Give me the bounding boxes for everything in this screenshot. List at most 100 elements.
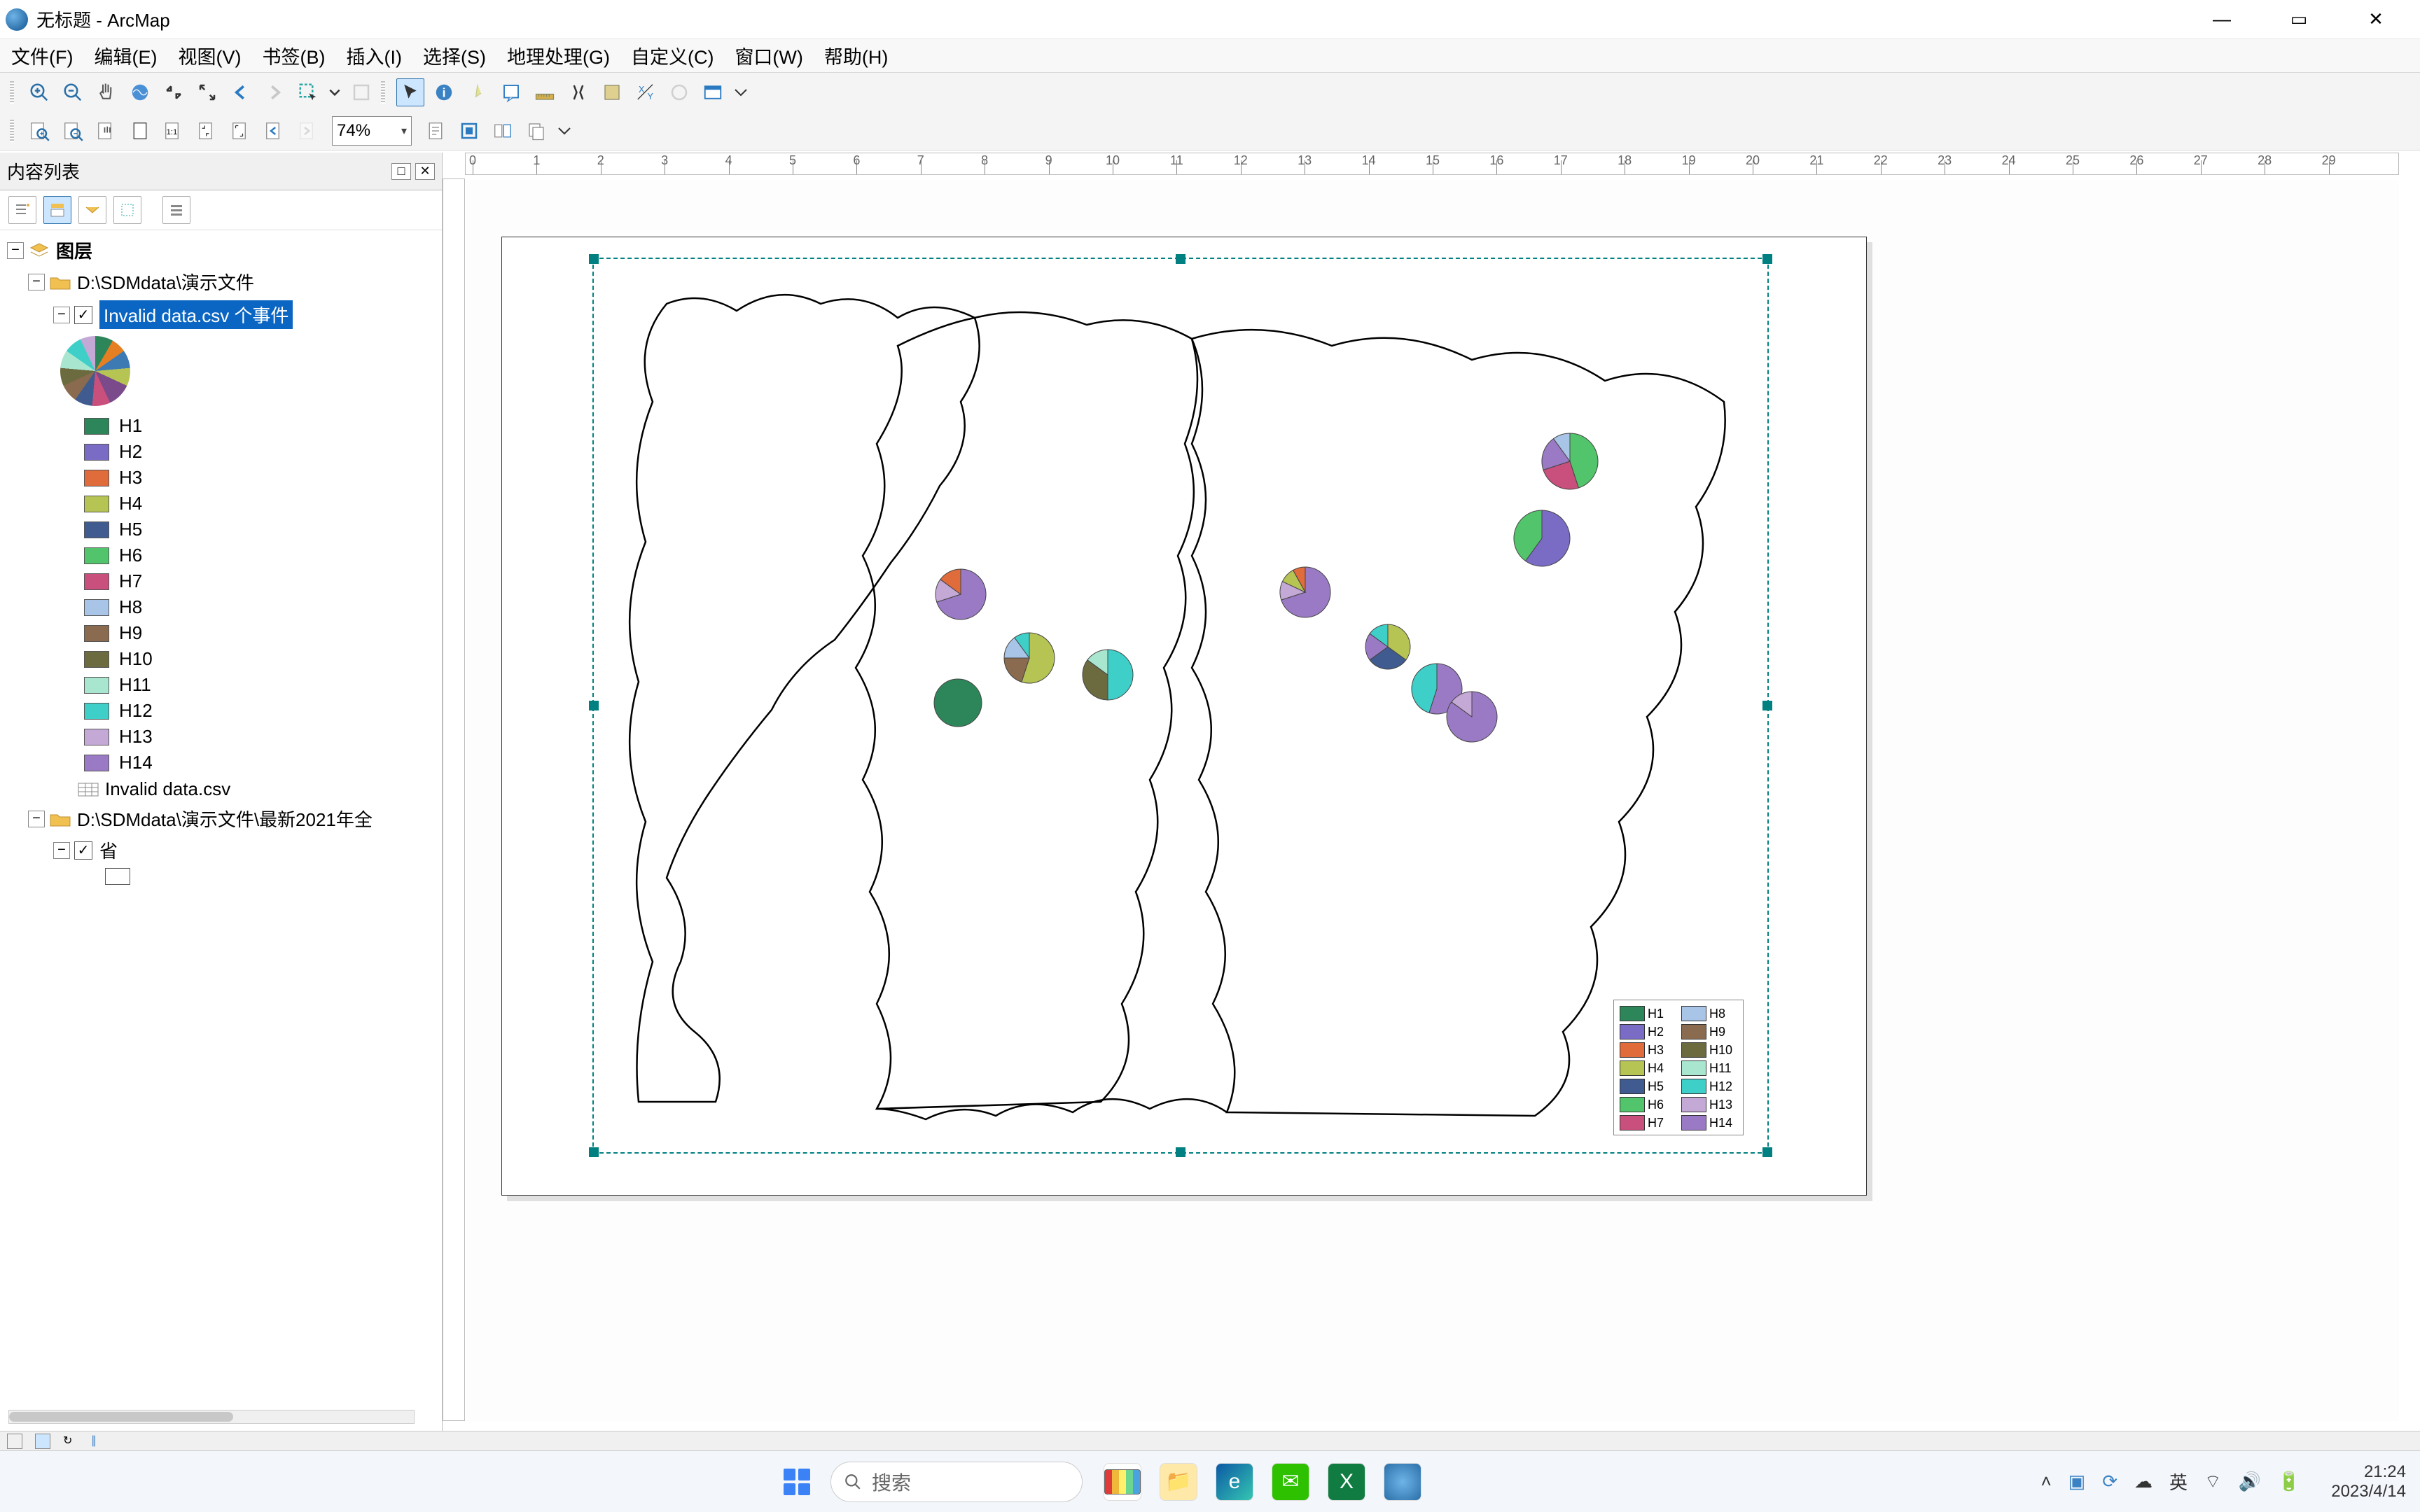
tree-collapse-icon[interactable]: − <box>28 274 45 290</box>
refresh-icon[interactable]: ↻ <box>63 1434 78 1449</box>
find-icon[interactable] <box>564 78 592 106</box>
layout-fixed-in-icon[interactable] <box>193 117 221 145</box>
menu-insert[interactable]: 插入(I) <box>346 42 401 69</box>
map-canvas[interactable]: H1H8H2H9H3H10H4H11H5H12H6H13H7H14 <box>597 262 1765 1149</box>
hyperlink-icon[interactable] <box>464 78 492 106</box>
maximize-button[interactable]: ▭ <box>2260 0 2337 39</box>
excel-icon[interactable]: X <box>1328 1463 1365 1501</box>
tree-collapse-icon[interactable]: − <box>53 307 70 323</box>
toolbar-grip[interactable] <box>10 120 14 142</box>
taskbar-app-icon[interactable] <box>1104 1463 1141 1501</box>
find-route-icon[interactable] <box>598 78 626 106</box>
list-by-drawing-order-icon[interactable] <box>8 196 36 224</box>
toc-group[interactable]: D:\SDMdata\演示文件 <box>77 269 254 295</box>
layout-forward-icon[interactable] <box>294 117 322 145</box>
toolbar-grip[interactable] <box>381 81 385 104</box>
minimize-button[interactable]: — <box>2183 0 2260 39</box>
legend-row[interactable]: H8 <box>7 594 435 620</box>
menu-edit[interactable]: 编辑(E) <box>94 42 157 69</box>
toolbar-options-icon[interactable] <box>556 117 573 145</box>
back-icon[interactable] <box>227 78 255 106</box>
layer-selected[interactable]: Invalid data.csv 个事件 <box>99 300 293 329</box>
select-elements-icon[interactable] <box>396 78 424 106</box>
menu-selection[interactable]: 选择(S) <box>423 42 486 69</box>
tray-sync-icon[interactable]: ⟳ <box>2102 1471 2118 1492</box>
layout-view[interactable]: H1H8H2H9H3H10H4H11H5H12H6H13H7H14 <box>466 181 2399 1421</box>
toolbar-options-icon[interactable] <box>732 78 749 106</box>
taskbar-search[interactable]: 搜索 <box>830 1462 1083 1502</box>
layout-zoom-in-icon[interactable] <box>25 117 53 145</box>
legend-row[interactable]: H13 <box>7 724 435 750</box>
list-by-selection-icon[interactable] <box>113 196 141 224</box>
menu-geoprocessing[interactable]: 地理处理(G) <box>507 42 610 69</box>
wifi-icon[interactable]: ⌔ <box>2204 1470 2221 1493</box>
layout-fixed-out-icon[interactable] <box>227 117 255 145</box>
toggle-draft-icon[interactable] <box>422 117 450 145</box>
viewer-window-icon[interactable] <box>699 78 727 106</box>
zoom-out-icon[interactable] <box>59 78 87 106</box>
legend-row[interactable]: H4 <box>7 491 435 517</box>
menu-window[interactable]: 窗口(W) <box>735 42 802 69</box>
arcmap-taskbar-icon[interactable] <box>1384 1463 1421 1501</box>
tree-collapse-icon[interactable]: − <box>7 242 24 259</box>
layout-zoom-out-icon[interactable] <box>59 117 87 145</box>
tray-cloud-icon[interactable]: ☁ <box>2134 1471 2153 1492</box>
file-explorer-icon[interactable]: 📁 <box>1160 1463 1197 1501</box>
dropdown-icon[interactable] <box>328 78 342 106</box>
legend-row[interactable]: H6 <box>7 542 435 568</box>
standalone-table[interactable]: Invalid data.csv <box>105 778 230 800</box>
identify-icon[interactable]: i <box>430 78 458 106</box>
html-popup-icon[interactable] <box>497 78 525 106</box>
change-layout-icon[interactable] <box>489 117 517 145</box>
full-extent-icon[interactable] <box>126 78 154 106</box>
close-button[interactable]: ✕ <box>2337 0 2414 39</box>
zoom-100-icon[interactable]: 1:1 <box>160 117 188 145</box>
toc-close-icon[interactable]: ✕ <box>415 163 435 180</box>
layout-zoom-combo[interactable]: 74%▾ <box>332 116 412 146</box>
volume-icon[interactable]: 🔊 <box>2238 1471 2260 1492</box>
legend-row[interactable]: H10 <box>7 646 435 672</box>
wechat-icon[interactable]: ✉ <box>1272 1463 1309 1501</box>
select-features-icon[interactable] <box>294 78 322 106</box>
menu-bookmarks[interactable]: 书签(B) <box>262 42 325 69</box>
tray-chevron-icon[interactable]: ˄ <box>2040 1471 2051 1492</box>
toc-group[interactable]: D:\SDMdata\演示文件\最新2021年全 <box>77 806 373 832</box>
battery-icon[interactable]: 🔋 <box>2278 1471 2300 1492</box>
data-view-icon[interactable] <box>7 1434 22 1449</box>
legend-row[interactable]: H11 <box>7 672 435 698</box>
legend-row[interactable]: H14 <box>7 750 435 776</box>
layout-view-icon[interactable] <box>35 1434 50 1449</box>
menu-help[interactable]: 帮助(H) <box>824 42 888 69</box>
measure-icon[interactable] <box>531 78 559 106</box>
start-button[interactable] <box>777 1462 816 1502</box>
tray-onedrive-icon[interactable]: ▣ <box>2068 1471 2086 1492</box>
zoom-in-icon[interactable] <box>25 78 53 106</box>
toc-horizontal-scrollbar[interactable] <box>8 1410 415 1424</box>
layout-pan-icon[interactable] <box>92 117 120 145</box>
legend-row[interactable]: H12 <box>7 698 435 724</box>
legend-row[interactable]: H5 <box>7 517 435 542</box>
pan-icon[interactable] <box>92 78 120 106</box>
toc-options-icon[interactable] <box>162 196 190 224</box>
legend-row[interactable]: H2 <box>7 439 435 465</box>
layer-visibility-checkbox[interactable]: ✓ <box>74 306 92 324</box>
legend-row[interactable]: H7 <box>7 568 435 594</box>
focus-data-frame-icon[interactable] <box>455 117 483 145</box>
pause-drawing-icon[interactable]: ∥ <box>91 1434 106 1449</box>
zoom-whole-page-icon[interactable] <box>126 117 154 145</box>
layout-back-icon[interactable] <box>260 117 288 145</box>
time-slider-icon[interactable] <box>665 78 693 106</box>
toolbar-grip[interactable] <box>10 81 14 104</box>
ime-indicator[interactable]: 英 <box>2169 1469 2188 1494</box>
layer-item[interactable]: 省 <box>99 837 118 863</box>
tree-collapse-icon[interactable]: − <box>53 842 70 859</box>
menu-view[interactable]: 视图(V) <box>178 42 241 69</box>
forward-icon[interactable] <box>260 78 288 106</box>
legend-row[interactable]: H1 <box>7 413 435 439</box>
toc-tree[interactable]: − 图层 − D:\SDMdata\演示文件 − ✓ Invalid data.… <box>0 230 442 1431</box>
legend-row[interactable]: H9 <box>7 620 435 646</box>
clear-selection-icon[interactable] <box>347 78 375 106</box>
legend-row[interactable]: H3 <box>7 465 435 491</box>
tree-collapse-icon[interactable]: − <box>28 811 45 827</box>
fixed-zoom-out-icon[interactable] <box>193 78 221 106</box>
